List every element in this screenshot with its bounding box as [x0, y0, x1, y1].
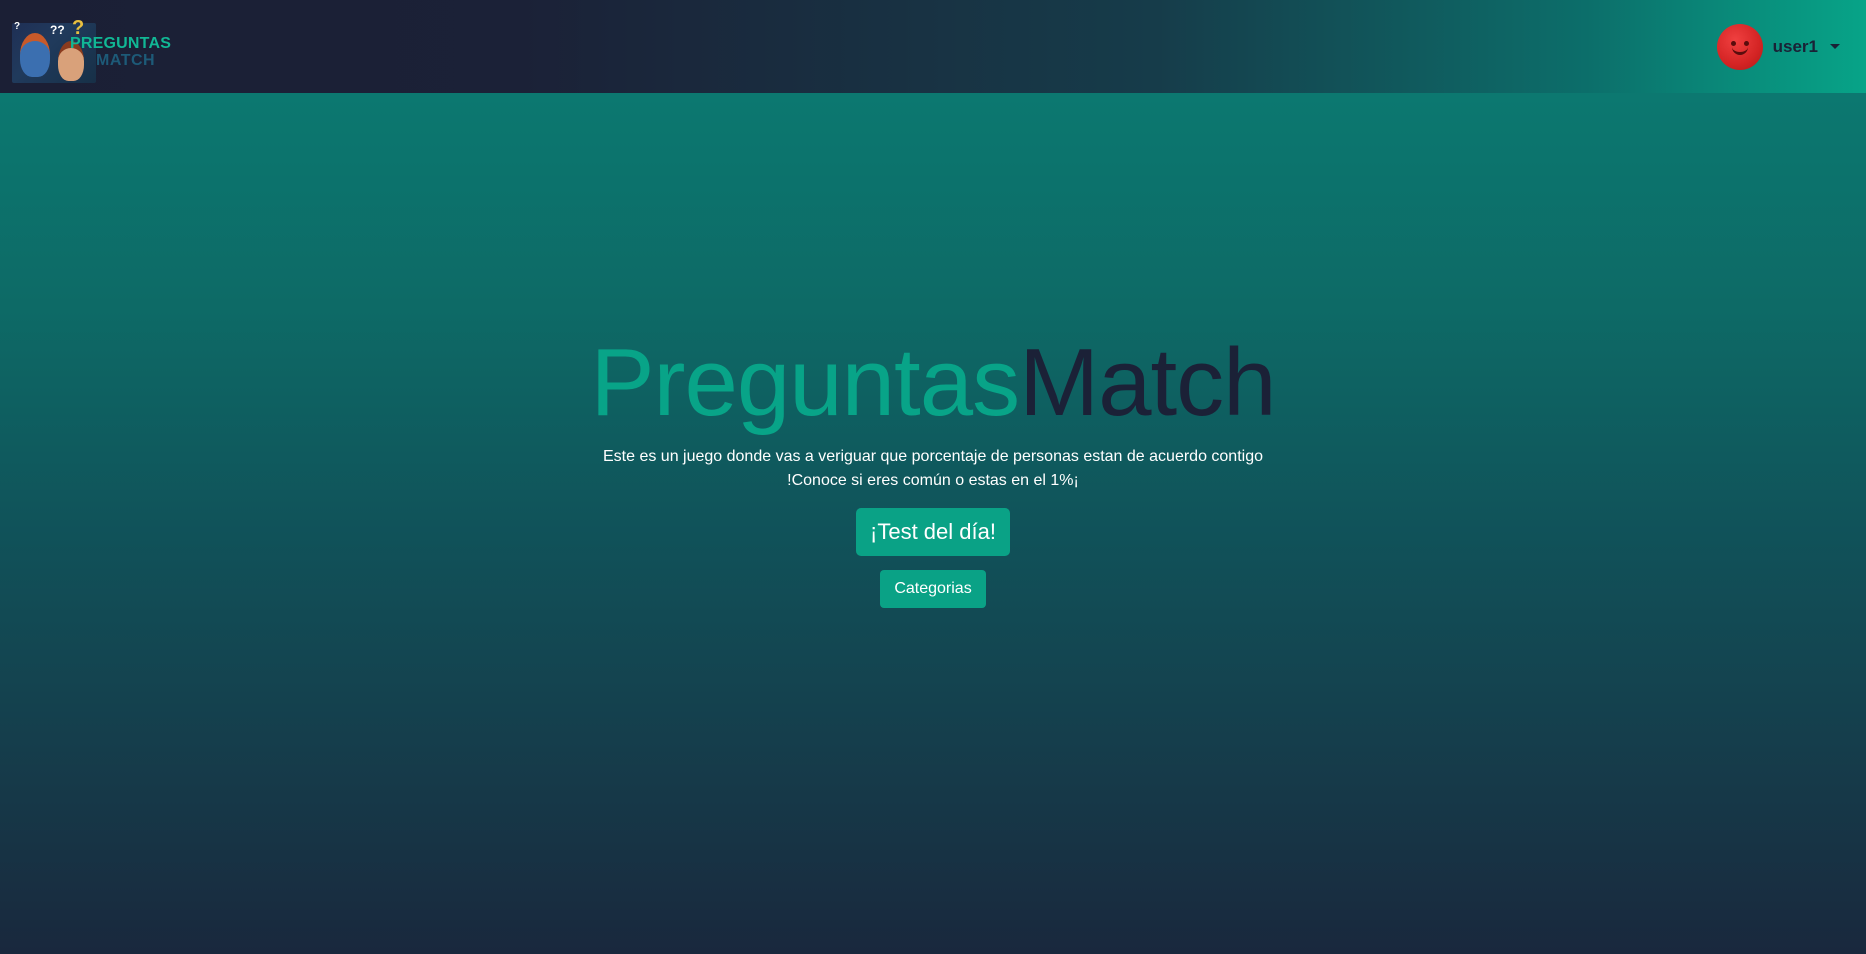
hero-title-match: Match	[1019, 329, 1276, 436]
hero-description: Este es un juego donde vas a veriguar qu…	[603, 445, 1263, 493]
logo-text-match: MATCH	[96, 51, 156, 69]
categorias-button[interactable]: Categorias	[880, 570, 986, 608]
hero-description-line1: Este es un juego donde vas a veriguar qu…	[602, 448, 1263, 465]
hero-description-line2: !Conoce si eres común o estas en el 1%¡	[787, 472, 1079, 489]
hero-content: PreguntasMatch Este es un juego donde va…	[0, 333, 1866, 608]
question-mark-icon: ?	[14, 20, 21, 32]
chevron-down-icon[interactable]	[1830, 44, 1840, 49]
username-label[interactable]: user1	[1773, 37, 1818, 57]
hero-title: PreguntasMatch	[590, 333, 1276, 433]
top-navbar: ? ?? ? PREGUNTAS MATCH user1	[0, 0, 1866, 93]
site-logo[interactable]: ? ?? ? PREGUNTAS MATCH	[12, 7, 172, 87]
hero-section: PreguntasMatch Este es un juego donde va…	[0, 93, 1866, 954]
avatar-smile	[1731, 46, 1748, 55]
logo-man-face	[20, 32, 50, 77]
test-del-dia-button[interactable]: ¡Test del día!	[856, 508, 1010, 556]
user-avatar[interactable]	[1716, 23, 1763, 70]
logo-text-preguntas: PREGUNTAS	[70, 34, 172, 52]
question-mark-icon: ??	[50, 22, 65, 37]
user-menu-dropdown[interactable]: user1	[1716, 23, 1840, 70]
hero-title-preguntas: Preguntas	[590, 329, 1020, 436]
